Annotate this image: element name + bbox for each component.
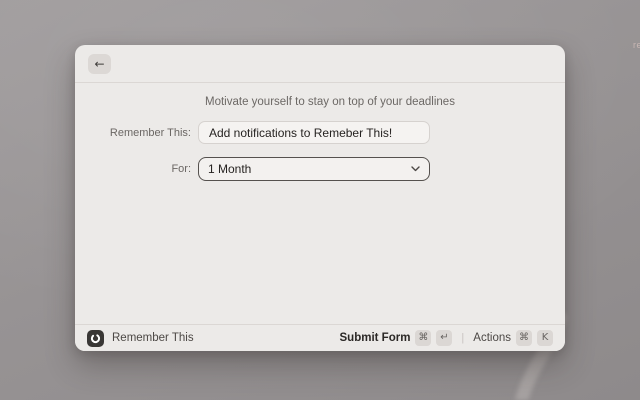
- footer-bar: Remember This Submit Form ⌘ ↵ | Actions …: [75, 324, 565, 351]
- command-key-icon: ⌘: [516, 330, 532, 346]
- actions-label: Actions: [473, 332, 511, 344]
- actions-button[interactable]: Actions ⌘ K: [473, 330, 553, 346]
- form-body: Motivate yourself to stay on top of your…: [75, 83, 565, 181]
- for-dropdown-value: 1 Month: [208, 162, 411, 176]
- command-key-icon: ⌘: [415, 330, 431, 346]
- k-key-icon: K: [537, 330, 553, 346]
- return-key-icon: ↵: [436, 330, 452, 346]
- for-label: For:: [75, 163, 198, 175]
- background-watermark-text: re: [633, 40, 640, 50]
- app-window: ← Motivate yourself to stay on top of yo…: [75, 45, 565, 351]
- footer-separator: |: [461, 332, 464, 344]
- back-button[interactable]: ←: [88, 54, 111, 74]
- submit-form-label: Submit Form: [340, 332, 411, 344]
- chevron-down-icon: [411, 166, 420, 172]
- desktop-background: re ← Motivate yourself to stay on top of…: [0, 0, 640, 400]
- form-description: Motivate yourself to stay on top of your…: [205, 96, 565, 108]
- back-arrow-icon: ←: [94, 58, 104, 70]
- remember-this-input[interactable]: [198, 121, 430, 144]
- footer-app-name: Remember This: [112, 332, 194, 344]
- remember-this-label: Remember This:: [75, 127, 198, 139]
- form-row-for: For: 1 Month: [75, 157, 565, 181]
- window-header: ←: [75, 45, 565, 83]
- submit-form-button[interactable]: Submit Form ⌘ ↵: [340, 330, 453, 346]
- form-row-remember-this: Remember This:: [75, 121, 565, 144]
- remember-this-app-icon: [87, 330, 104, 347]
- for-dropdown[interactable]: 1 Month: [198, 157, 430, 181]
